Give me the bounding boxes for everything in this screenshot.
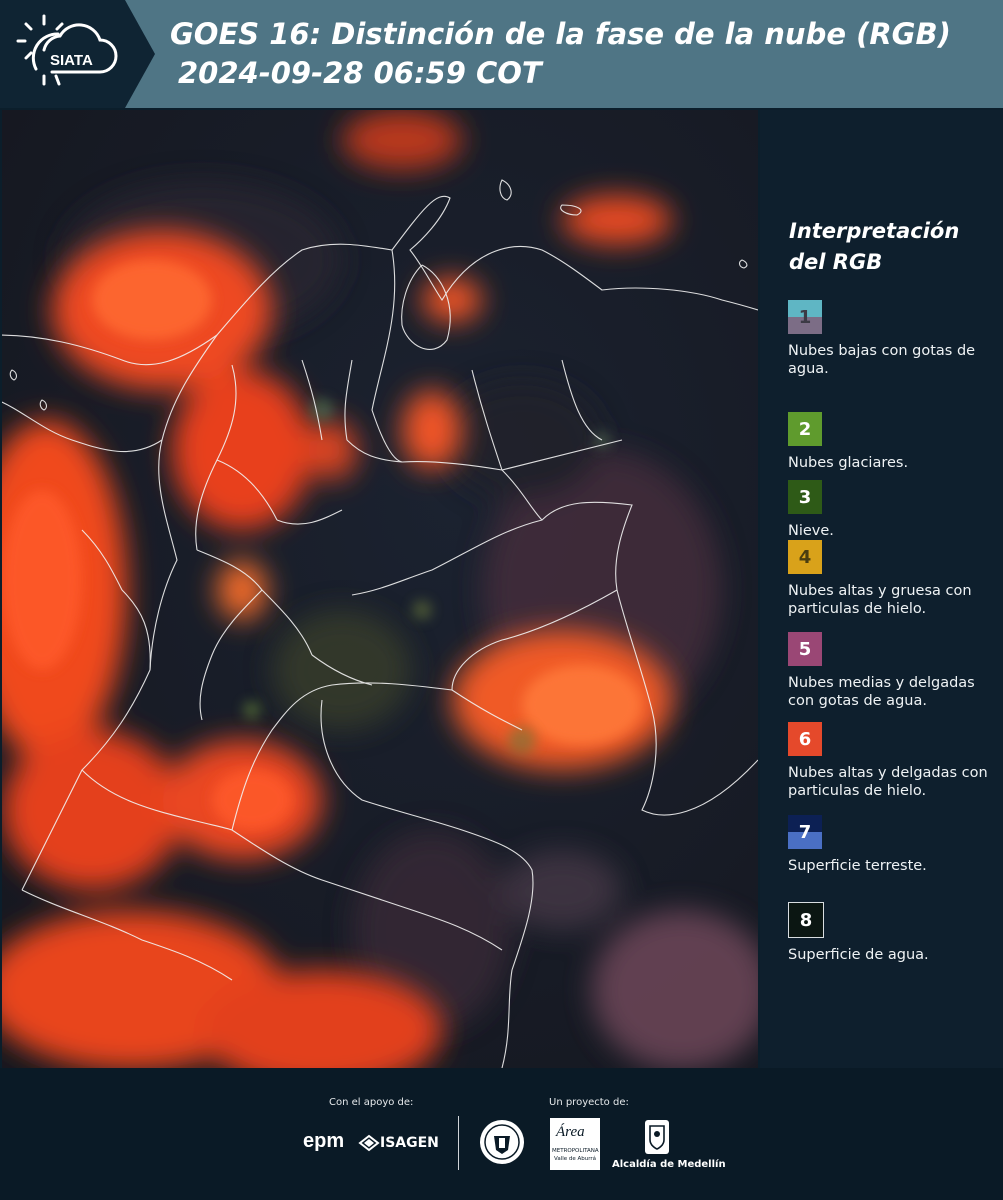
legend-swatch: 3 [788, 480, 822, 514]
footer-separator [458, 1116, 459, 1170]
page-datetime: 2024-09-28 06:59 COT [178, 56, 542, 90]
legend-item-3: 3 Nieve. [788, 480, 1000, 540]
legend-swatch: 4 [788, 540, 822, 574]
isagen-icon [358, 1134, 380, 1152]
logo-text: SIATA [50, 52, 93, 69]
support-caption: Con el apoyo de: [329, 1097, 414, 1108]
alcaldia-shield-icon [645, 1120, 669, 1154]
legend-title: Interpretación del RGB [789, 219, 960, 274]
legend-label: Superficie terreste. [788, 858, 927, 874]
area-line1: METROPOLITANA [552, 1148, 599, 1154]
legend-item-7: 7 Superficie terreste. [788, 815, 1000, 875]
logo-panel: SIATA [0, 0, 125, 108]
logo-arrow [125, 0, 155, 108]
legend-swatch: 1 [788, 300, 822, 334]
isagen-logo: ISAGEN [358, 1134, 439, 1154]
legend-item-1: 1 Nubes bajas con gotas de agua. [788, 300, 1000, 378]
legend-label: Nubes altas y gruesa con particulas de h… [788, 583, 972, 617]
legend-item-2: 2 Nubes glaciares. [788, 412, 1000, 472]
legend-item-4: 4 Nubes altas y gruesa con particulas de … [788, 540, 1000, 618]
satellite-image [2, 110, 758, 1068]
legend-item-6: 6 Nubes altas y delgadas con particulas d… [788, 722, 1000, 800]
isagen-text: ISAGEN [380, 1135, 439, 1151]
legend-swatch: 2 [788, 412, 822, 446]
legend-label: Nubes glaciares. [788, 455, 909, 471]
legend-item-5: 5 Nubes medias y delgadas con gotas de ag… [788, 632, 1000, 710]
legend-swatch: 6 [788, 722, 822, 756]
legend-panel: Interpretación del RGB 1 Nubes bajas con … [760, 110, 1003, 1068]
legend-label: Nubes medias y delgadas con gotas de agu… [788, 675, 975, 709]
page-title: GOES 16: Distinción de la fase de la nub… [170, 17, 951, 51]
area-line2: Valle de Aburrá [554, 1156, 597, 1162]
legend-label: Superficie de agua. [788, 947, 929, 963]
university-seal-icon [480, 1120, 524, 1164]
legend-swatch: 8 [788, 902, 824, 938]
siata-logo-icon: SIATA [16, 14, 118, 86]
alcaldia-text: Alcaldía de Medellín [612, 1159, 726, 1170]
header-bar: SIATA GOES 16: Distinción de la fase de … [0, 0, 1003, 108]
area-metropolitana-logo: Área METROPOLITANA Valle de Aburrá [550, 1118, 600, 1170]
legend-label: Nubes bajas con gotas de agua. [788, 343, 976, 377]
project-caption: Un proyecto de: [549, 1097, 629, 1108]
legend-label: Nieve. [788, 523, 834, 539]
area-word: Área [556, 1124, 585, 1140]
legend-swatch: 5 [788, 632, 822, 666]
legend-item-8: 8 Superficie de agua. [788, 902, 1000, 964]
epm-logo: epm [303, 1130, 345, 1152]
legend-swatch: 7 [788, 815, 822, 849]
footer: Con el apoyo de: Un proyecto de: epm ISA… [0, 1068, 1003, 1200]
satellite-map [2, 110, 758, 1068]
legend-label: Nubes altas y delgadas con particulas de… [788, 765, 988, 799]
